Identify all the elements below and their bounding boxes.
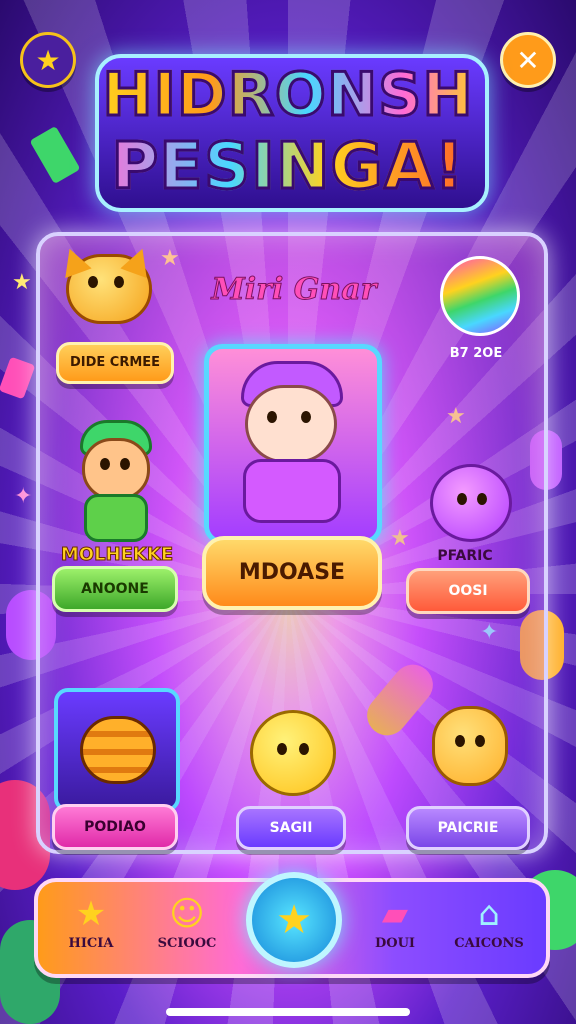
confetti-piece [0,356,36,400]
featured-button-label: MDOASE [238,560,346,585]
game-title-logo: HIDRONSH PESINGA! [95,44,489,214]
nav-label: SCIOOC [157,936,217,951]
item-label: PODIAO [84,819,146,835]
boy-character-icon[interactable] [70,420,156,542]
star-icon: ★ [276,897,312,943]
panel-title: Miri Gnar [211,272,377,308]
cat-icon[interactable] [56,243,156,328]
title-line-2: PESINGA! [95,129,481,206]
nav-label: HICIA [68,936,114,951]
nav-center-play-button[interactable]: ★ [246,872,342,968]
burger-creature-frame[interactable] [54,688,180,812]
smiley-icon: ☺ [169,894,205,934]
nav-item-scrooc[interactable]: ☺ SCIOOC [142,882,232,974]
star-icon: ★ [35,43,61,77]
nav-label: CAICONS [454,936,524,951]
nav-item-doui[interactable]: ▰ DOUI [350,882,440,974]
burger-creature-icon [80,716,156,784]
close-icon: ✕ [516,43,540,77]
featured-play-button[interactable]: MDOASE [202,536,382,610]
close-button[interactable]: ✕ [500,32,556,88]
nav-item-caicons[interactable]: ⌂ CAICONS [444,882,534,974]
item-button[interactable]: PAICRIE [406,806,530,850]
item-label: OOSI [448,583,488,599]
sparkle-icon: ✦ [14,484,33,509]
yellow-cat-face-icon[interactable] [250,710,336,796]
purple-blob-icon[interactable] [430,464,512,542]
item-label: SAGII [269,820,313,836]
gift-card-icon: ▰ [381,894,409,934]
home-indicator [166,1008,410,1016]
robot-icon: ⌂ [478,894,500,934]
planet-ball-icon[interactable] [440,256,520,336]
item-label: DIDE CRMEE [69,355,161,370]
item-button[interactable]: ANOONE [52,566,178,612]
item-button[interactable]: SAGII [236,806,346,850]
item-heading: MOLHEKKE [60,544,174,566]
item-heading: PFARIC [437,548,493,564]
item-label: PAICRIE [437,820,499,836]
title-line-1: HIDRONSH [95,59,481,132]
nav-item-hicia[interactable]: ★ HICIA [46,882,136,974]
item-button[interactable]: DIDE CRMEE [56,342,174,384]
confetti-piece [29,125,81,185]
item-button[interactable]: PODIAO [52,804,178,850]
nav-label: DOUI [374,936,415,951]
sparkle-icon: ★ [12,270,32,295]
item-label: ANOONE [81,581,149,597]
favorite-star-button[interactable]: ★ [20,32,76,88]
featured-character-card[interactable] [204,344,382,544]
item-button[interactable]: OOSI [406,568,530,614]
item-label: B7 2OE [449,346,503,361]
star-icon: ★ [75,894,107,934]
monster-character-icon[interactable] [432,706,508,786]
